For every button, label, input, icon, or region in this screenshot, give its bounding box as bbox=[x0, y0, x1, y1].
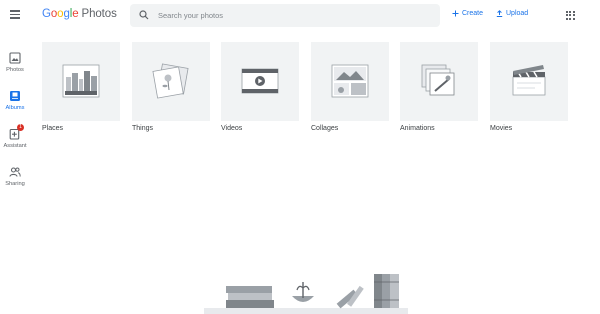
upload-label: Upload bbox=[506, 10, 529, 17]
nav-item-photos[interactable]: Photos bbox=[0, 48, 30, 78]
nav-item-sharing[interactable]: Sharing bbox=[0, 162, 30, 192]
logo-letter: G bbox=[42, 8, 51, 20]
notification-badge: 1 bbox=[17, 124, 24, 131]
apps-dot bbox=[566, 11, 568, 13]
animation-stack-icon bbox=[421, 64, 455, 96]
nav-label: Photos bbox=[6, 67, 24, 73]
upload-button[interactable]: Upload bbox=[496, 10, 528, 17]
nav-label: Sharing bbox=[5, 181, 25, 187]
menu-icon-bar bbox=[10, 10, 20, 12]
nav-item-albums[interactable]: Albums bbox=[0, 86, 30, 116]
menu-icon-bar bbox=[10, 17, 20, 19]
flower-photo-icon bbox=[152, 63, 189, 99]
category-label[interactable]: Places bbox=[42, 125, 63, 132]
apps-dot bbox=[569, 17, 572, 20]
people-icon bbox=[9, 167, 21, 177]
create-button[interactable]: Create bbox=[452, 10, 483, 17]
category-tile-movies[interactable] bbox=[490, 42, 568, 121]
google-apps-icon[interactable] bbox=[566, 11, 575, 20]
category-label[interactable]: Movies bbox=[490, 125, 512, 132]
category-tile-videos[interactable] bbox=[221, 42, 299, 121]
apps-dot bbox=[569, 11, 572, 13]
film-icon bbox=[241, 68, 279, 94]
search-icon[interactable] bbox=[139, 10, 149, 20]
category-tile-places[interactable] bbox=[42, 42, 120, 121]
apps-dot bbox=[572, 14, 575, 17]
category-label[interactable]: Collages bbox=[311, 125, 338, 132]
category-label[interactable]: Videos bbox=[221, 125, 242, 132]
clapperboard-icon bbox=[512, 65, 546, 96]
nav-item-assistant[interactable]: 1 Assistant bbox=[0, 124, 30, 154]
header: GooglePhotos Create Upload bbox=[0, 0, 600, 32]
menu-icon-bar bbox=[10, 13, 20, 15]
main-menu-button[interactable] bbox=[8, 8, 22, 22]
apps-dot bbox=[566, 14, 568, 17]
album-icon bbox=[10, 91, 20, 101]
search-bar[interactable] bbox=[130, 4, 440, 27]
photo-icon bbox=[9, 52, 21, 64]
create-label: Create bbox=[462, 10, 484, 17]
apps-dot bbox=[566, 17, 568, 20]
city-icon bbox=[62, 64, 100, 98]
logo-letter: e bbox=[72, 8, 79, 20]
google-photos-app: GooglePhotos Create Upload bbox=[0, 0, 600, 314]
apps-dot bbox=[572, 17, 575, 20]
category-tile-things[interactable] bbox=[132, 42, 210, 121]
category-label[interactable]: Animations bbox=[400, 125, 435, 132]
plus-icon bbox=[452, 10, 459, 17]
bookshelf-illustration bbox=[204, 274, 408, 314]
category-label[interactable]: Things bbox=[132, 125, 153, 132]
upload-icon bbox=[496, 10, 503, 17]
logo-product-name: Photos bbox=[81, 8, 117, 20]
collage-icon bbox=[331, 64, 369, 98]
search-input[interactable] bbox=[158, 7, 428, 24]
nav-label: Albums bbox=[5, 105, 25, 111]
google-photos-logo[interactable]: Google Photos bbox=[42, 8, 117, 20]
nav-label: Assistant bbox=[3, 143, 27, 149]
category-tile-collages[interactable] bbox=[311, 42, 389, 121]
apps-dot bbox=[572, 11, 575, 13]
apps-dot bbox=[569, 14, 572, 17]
category-tile-animations[interactable] bbox=[400, 42, 478, 121]
